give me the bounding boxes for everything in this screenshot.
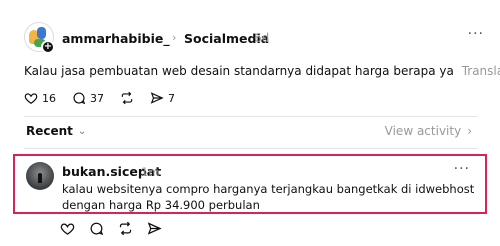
heart-icon (24, 93, 38, 104)
post-text: Kalau jasa pembuatan web desain standarn… (24, 64, 454, 78)
share-count: 7 (168, 91, 175, 105)
like-count: 16 (42, 91, 56, 105)
share-button[interactable]: 7 (150, 91, 175, 105)
reply-like-button[interactable] (60, 221, 75, 236)
heart-icon (60, 222, 75, 235)
post-actions: 16 37 7 (24, 89, 191, 107)
reply-actions (60, 219, 176, 237)
repost-button[interactable] (120, 91, 134, 105)
more-options-icon[interactable]: ··· (454, 161, 470, 177)
comment-count: 37 (90, 91, 104, 105)
comment-icon (90, 222, 104, 235)
more-options-icon[interactable]: ··· (468, 26, 484, 42)
send-icon (147, 221, 162, 235)
reply-author-avatar[interactable] (26, 162, 54, 190)
post-author-username[interactable]: ammarhabibie_ (62, 31, 170, 46)
translate-link[interactable]: Translate (462, 64, 500, 78)
reply-comment-button[interactable] (89, 221, 104, 236)
chevron-right-icon: › (467, 124, 472, 138)
chevron-down-icon: ⌄ (77, 125, 87, 137)
send-icon (150, 92, 164, 104)
reply-timestamp: 1m (141, 165, 160, 179)
comment-icon (73, 92, 86, 105)
follow-plus-icon[interactable]: + (41, 40, 55, 54)
repost-icon (121, 91, 133, 105)
post-timestamp: 6d (254, 31, 270, 45)
view-activity-link[interactable]: View activity › (385, 124, 472, 138)
divider (24, 148, 478, 149)
reply-repost-button[interactable] (118, 221, 133, 236)
sort-label: Recent (26, 124, 73, 138)
divider (24, 116, 478, 117)
post-header: + ammarhabibie_ › Socialmedia 6d ··· (24, 22, 484, 56)
like-button[interactable]: 16 (24, 91, 56, 105)
comment-button[interactable]: 37 (72, 91, 104, 105)
repost-icon (119, 221, 132, 235)
chevron-right-icon: › (172, 31, 177, 44)
sort-dropdown[interactable]: Recent ⌄ (26, 124, 86, 138)
view-activity-label: View activity (384, 124, 462, 138)
reply-share-button[interactable] (147, 221, 162, 236)
post-body: Kalau jasa pembuatan web desain standarn… (24, 64, 500, 78)
reply-text: kalau websitenya compro harganya terjang… (62, 182, 475, 212)
